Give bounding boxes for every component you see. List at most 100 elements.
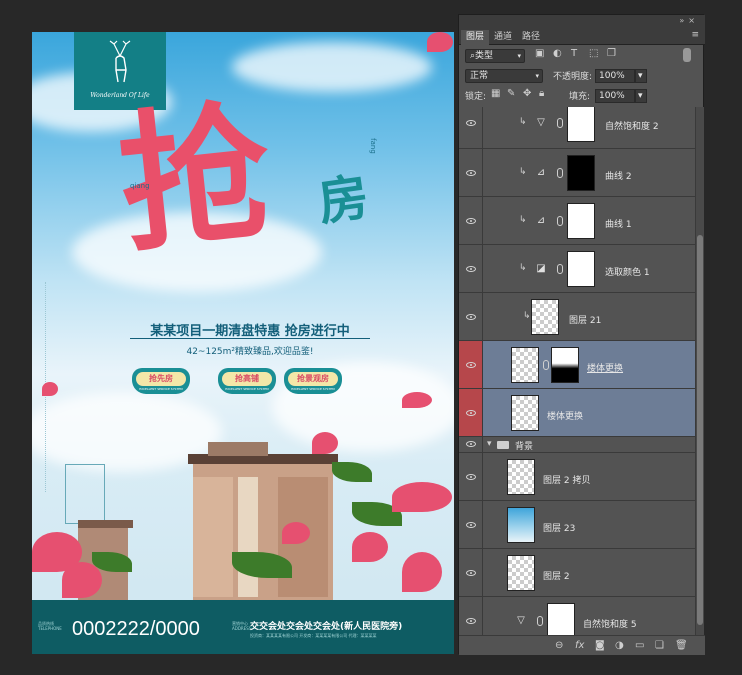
link-icon[interactable]	[543, 360, 549, 370]
layer-row-selected[interactable]: 楼体更换	[459, 341, 695, 389]
layer-thumbnail[interactable]	[507, 555, 535, 591]
blend-mode-select[interactable]: 正常 ▾	[465, 69, 543, 83]
scrollbar-thumb[interactable]	[697, 235, 703, 625]
layer-mask-thumbnail[interactable]	[567, 155, 595, 191]
type-filter-icon[interactable]: T	[571, 48, 577, 59]
visibility-toggle[interactable]	[459, 341, 483, 388]
lock-row: 锁定: ▦ ✎ ✥ 🔒︎ 填充: 100% ▾	[459, 85, 705, 107]
visibility-toggle[interactable]	[459, 549, 483, 596]
flower	[312, 432, 338, 454]
layer-row[interactable]: ↳ 图层 21	[459, 293, 695, 341]
collapse-close-icons[interactable]: »×	[679, 16, 699, 25]
mask-icon[interactable]: ◙	[595, 640, 605, 651]
eye-icon	[466, 170, 476, 176]
layer-thumbnail[interactable]	[507, 507, 535, 543]
link-icon[interactable]	[557, 264, 563, 274]
adjustment-filter-icon[interactable]: ◐	[553, 48, 562, 59]
visibility-toggle[interactable]	[459, 501, 483, 548]
blend-mode-value: 正常	[470, 71, 489, 81]
fill-dropdown[interactable]: ▾	[635, 89, 647, 103]
link-icon[interactable]	[557, 216, 563, 226]
flower	[62, 562, 102, 598]
filter-toggle[interactable]	[683, 48, 691, 62]
group-name[interactable]: 背景	[515, 439, 533, 452]
link-icon[interactable]	[557, 168, 563, 178]
visibility-toggle[interactable]	[459, 389, 483, 436]
opacity-value: 100%	[599, 71, 625, 81]
layer-thumbnail[interactable]	[511, 347, 539, 383]
lock-brush-icon[interactable]: ✎	[507, 88, 515, 99]
poster-tag: 抢高铺 EXCELLENT SERVICE SYSTEM	[218, 368, 276, 394]
clip-arrow-icon: ↳	[523, 311, 531, 321]
layers-scrollbar[interactable]	[695, 107, 704, 635]
filter-kind-select[interactable]: ⌕类型 ▾	[465, 49, 525, 63]
tab-layers[interactable]: 图层	[461, 30, 490, 45]
layer-name[interactable]: 自然饱和度 5	[583, 617, 637, 630]
layer-row[interactable]: 图层 2	[459, 549, 695, 597]
layer-row[interactable]: ↳ ▽ 自然饱和度 2	[459, 107, 695, 149]
layer-row[interactable]: ↳ ◪ 选取颜色 1	[459, 245, 695, 293]
layer-row[interactable]: ↳ ⊿ 曲线 2	[459, 149, 695, 197]
visibility-toggle[interactable]	[459, 597, 483, 635]
layer-name[interactable]: 图层 21	[569, 313, 601, 326]
layer-row[interactable]: 图层 2 拷贝	[459, 453, 695, 501]
layer-row[interactable]: ▽ 自然饱和度 5	[459, 597, 695, 635]
new-layer-icon[interactable]: ❏	[655, 640, 664, 651]
eye-icon	[466, 570, 476, 576]
layer-thumbnail[interactable]	[507, 459, 535, 495]
layer-name[interactable]: 自然饱和度 2	[605, 119, 659, 132]
trash-icon[interactable]: 🗑︎	[675, 640, 688, 651]
shape-filter-icon[interactable]: ⬚	[589, 48, 598, 59]
layer-mask-thumbnail[interactable]	[567, 203, 595, 239]
address-label: 营销中心 ADDRESS	[232, 621, 252, 631]
tab-paths[interactable]: 路径	[517, 30, 545, 45]
layer-name[interactable]: 图层 2	[543, 569, 570, 582]
layer-row[interactable]: ↳ ⊿ 曲线 1	[459, 197, 695, 245]
visibility-toggle[interactable]	[459, 293, 483, 340]
link-icon[interactable]	[557, 118, 563, 128]
adjustment-icon[interactable]: ◑	[615, 640, 624, 651]
layer-mask-thumbnail[interactable]	[567, 251, 595, 287]
pinyin-right: fang	[368, 138, 377, 154]
tab-channels[interactable]: 通道	[489, 30, 517, 45]
link-icon[interactable]	[537, 616, 543, 626]
smartobject-filter-icon[interactable]: ❐	[607, 48, 616, 59]
link-icon[interactable]: ⊖	[555, 640, 563, 651]
chevron-down-icon[interactable]: ▾	[487, 439, 492, 449]
fx-icon[interactable]: fx	[575, 640, 584, 651]
pixel-filter-icon[interactable]: ▣	[535, 48, 544, 59]
layer-mask-thumbnail[interactable]	[551, 347, 579, 383]
tag-tiny-text: EXCELLENT SERVICE SYSTEM	[291, 387, 335, 391]
opacity-input[interactable]: 100%	[595, 69, 635, 83]
layer-name[interactable]: 曲线 1	[605, 217, 632, 230]
layer-row-selected[interactable]: 楼体更换	[459, 389, 695, 437]
layer-name[interactable]: 楼体更换	[547, 409, 583, 422]
document-canvas[interactable]: Wonderland Of Life 抢 房 qiang fang 某某项目一期…	[32, 32, 454, 654]
layer-name[interactable]: 楼体更换	[587, 361, 623, 374]
visibility-toggle[interactable]	[459, 197, 483, 244]
layer-name[interactable]: 图层 2 拷贝	[543, 473, 590, 486]
layer-name[interactable]: 选取颜色 1	[605, 265, 650, 278]
layer-thumbnail[interactable]	[511, 395, 539, 431]
visibility-toggle[interactable]	[459, 149, 483, 196]
visibility-toggle[interactable]	[459, 245, 483, 292]
opacity-dropdown[interactable]: ▾	[635, 69, 647, 83]
lock-transparent-icon[interactable]: ▦	[491, 88, 500, 99]
layer-mask-thumbnail[interactable]	[547, 603, 575, 635]
vibrance-icon: ▽	[537, 117, 545, 128]
panel-menu-icon[interactable]: ≡	[691, 30, 699, 40]
layer-name[interactable]: 曲线 2	[605, 169, 632, 182]
layer-row[interactable]: 图层 23	[459, 501, 695, 549]
layer-thumbnail[interactable]	[531, 299, 559, 335]
lock-move-icon[interactable]: ✥	[523, 88, 531, 99]
lock-all-icon[interactable]: 🔒︎	[539, 88, 544, 99]
fill-input[interactable]: 100%	[595, 89, 635, 103]
layer-group-row[interactable]: ▾ 背景	[459, 437, 695, 453]
fill-value: 100%	[599, 91, 625, 101]
visibility-toggle[interactable]	[459, 453, 483, 500]
layer-name[interactable]: 图层 23	[543, 521, 575, 534]
folder-icon[interactable]: ▭	[635, 640, 644, 651]
visibility-toggle[interactable]	[459, 437, 483, 453]
visibility-toggle[interactable]	[459, 107, 483, 148]
layer-mask-thumbnail[interactable]	[567, 107, 595, 142]
